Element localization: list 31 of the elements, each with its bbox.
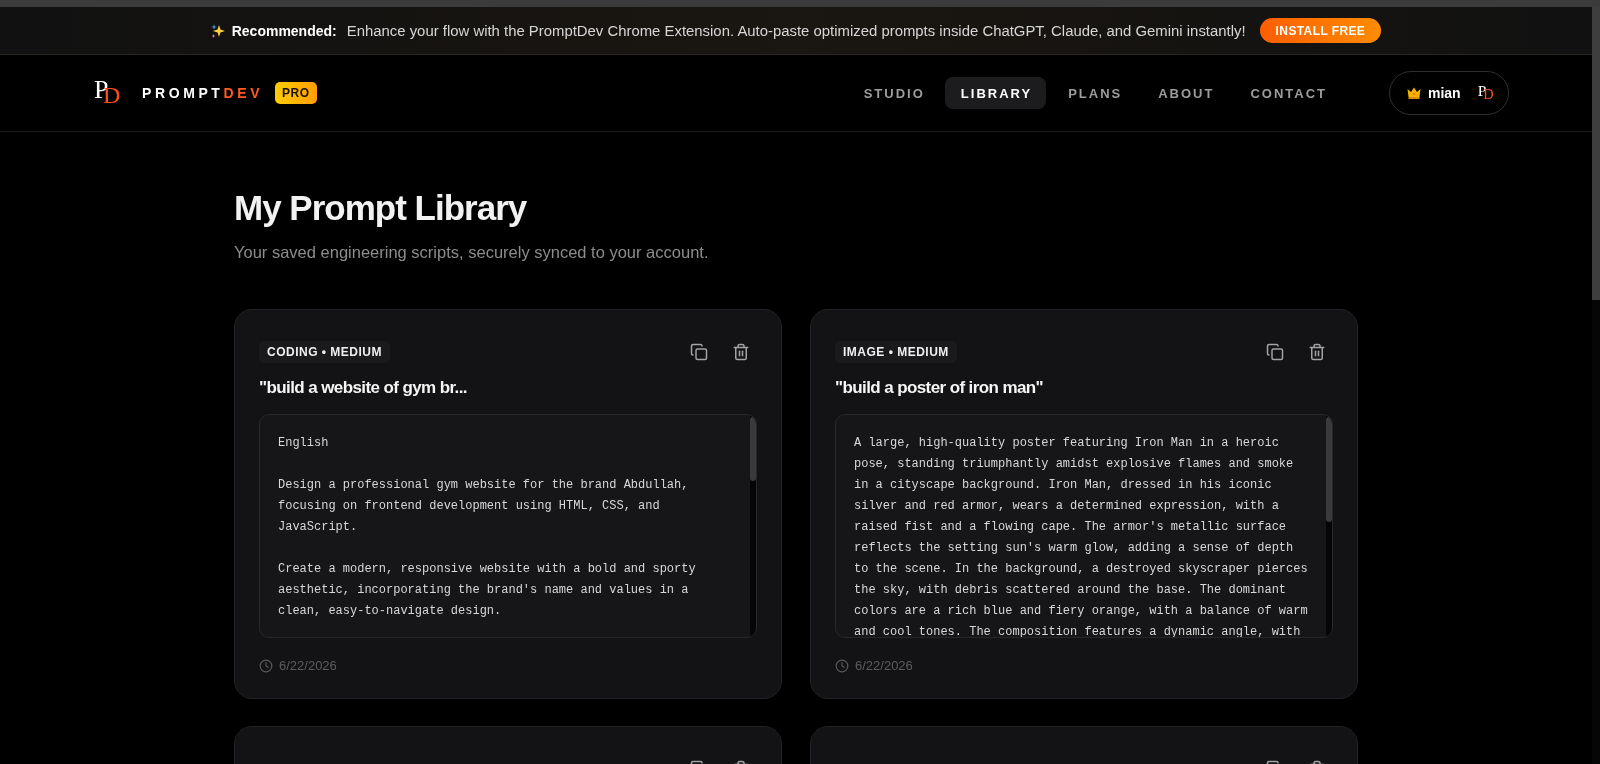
page-subtitle: Your saved engineering scripts, securely synced to your account.: [234, 242, 710, 263]
scrollbar-thumb[interactable]: [1326, 417, 1332, 522]
clock-icon: [835, 659, 849, 673]
trash-icon: [732, 343, 750, 361]
category-tag: CODING • MEDIUM: [259, 341, 391, 363]
trash-icon: [1308, 343, 1326, 361]
saved-date: 6/22/2026: [855, 659, 913, 673]
prompt-title: "build a poster of iron man": [835, 377, 1045, 399]
nav-link[interactable]: PLANS: [1052, 77, 1137, 109]
nav-link[interactable]: LIBRARY: [944, 77, 1047, 109]
category-tag: IMAGE • MEDIUM: [835, 341, 957, 363]
nav-link[interactable]: CONTACT: [1234, 77, 1341, 109]
clock-icon: [259, 659, 273, 673]
user-name: mian: [1428, 85, 1461, 101]
prompt-text: English Design a professional gym website for the brand Abdullah, focusing on frontend development using HTML, CSS, and JavaScript. Create a modern, responsive website with a bold and sporty aesthetic, incorporating the brand's name and values in a clean, easy-to-navigate design.: [278, 435, 697, 620]
sparkles-icon: [210, 23, 225, 38]
brand-name[interactable]: PROMPT DEV: [142, 85, 264, 101]
saved-date: 6/22/2026: [279, 659, 337, 673]
page-scrollbar-thumb[interactable]: [1592, 7, 1600, 300]
promo-label: Recommended:: [231, 22, 337, 39]
nav-link[interactable]: STUDIO: [847, 77, 939, 109]
crown-icon: [1407, 87, 1421, 99]
scrollbar-thumb[interactable]: [750, 417, 756, 481]
prompt-title: "build a website of gym br...: [259, 377, 468, 399]
copy-icon: [1266, 343, 1284, 361]
copy-icon: [690, 343, 708, 361]
promo-message: Enhance your flow with the PromptDev Chrome Extension. Auto-paste optimized prompts inside ChatGPT, Claude, and Gemini instantly!: [346, 22, 1246, 39]
prompt-text: A large, high-quality poster featuring Iron Man in a heroic pose, standing triumphantly amidst explosive flames and smoke in a cityscape background. Iron Man, dressed in his iconic silver and red armor, wears a determined expression, with a raised fist and a flowing cape. The armor's metallic surface reflects the setting sun's warm glow, adding a sense of depth to the scene. In the background, a destroyed skyscraper pierces the sky, with debris scattered around the base. The dominant colors are a rich blue and fiery orange, with a balance of warm and cool tones. The composition features a dynamic angle, with: [854, 435, 1309, 637]
pro-badge: PRO: [275, 82, 317, 104]
page-title: My Prompt Library: [234, 187, 528, 229]
nav-link[interactable]: ABOUT: [1142, 77, 1229, 109]
